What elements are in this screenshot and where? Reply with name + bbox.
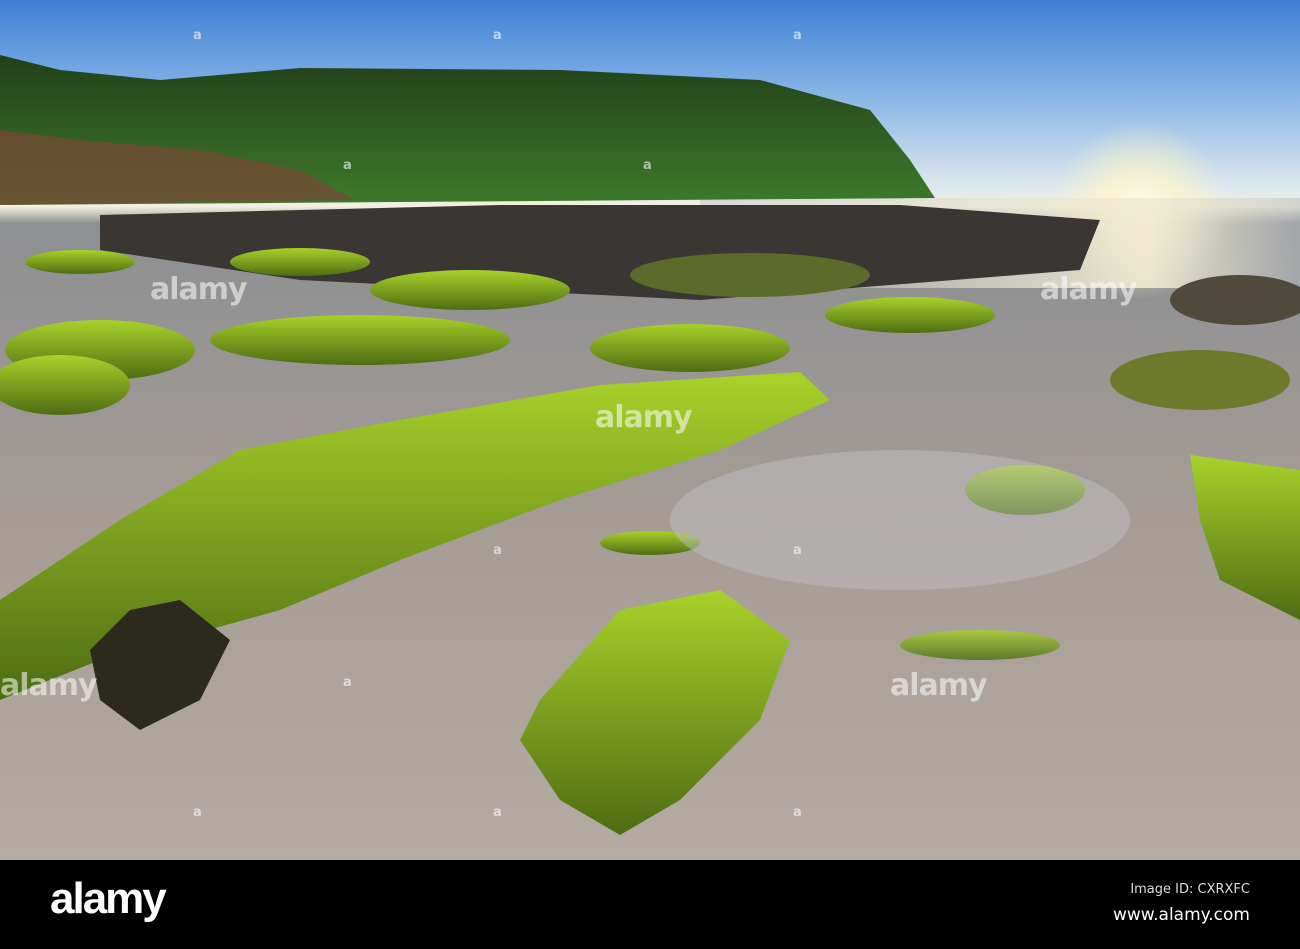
watermark-symbol: a: [793, 543, 802, 558]
moss-patch: [900, 630, 1060, 660]
wet-sand-sheen: [670, 450, 1130, 590]
moss-patch: [520, 590, 790, 835]
moss-patch: [1190, 455, 1300, 620]
moss-rock: [370, 270, 570, 310]
moss-rock: [825, 297, 995, 333]
watermark-symbol: a: [343, 675, 352, 690]
watermark-symbol: a: [643, 158, 652, 173]
watermark-symbol: a: [493, 805, 502, 820]
moss-rock: [210, 315, 510, 365]
watermark-symbol: a: [793, 805, 802, 820]
watermark-symbol: a: [793, 28, 802, 43]
watermark: alamy: [595, 400, 693, 435]
watermark-symbol: a: [493, 28, 502, 43]
alamy-logo: alamy: [50, 874, 167, 923]
stock-photo: alamy alamy alamy alamy alamy a a a a a …: [0, 0, 1300, 949]
moss-rock: [1110, 350, 1290, 410]
site-url: www.alamy.com: [1112, 905, 1250, 925]
watermark: alamy: [150, 272, 248, 307]
moss-rock: [1170, 275, 1300, 325]
beach-photo: alamy alamy alamy alamy alamy a a a a a …: [0, 0, 1300, 860]
image-id: Image ID: CXRXFC: [1130, 882, 1250, 897]
watermark-symbol: a: [493, 543, 502, 558]
watermark-symbol: a: [193, 805, 202, 820]
watermark-symbol: a: [193, 28, 202, 43]
watermark: alamy: [0, 668, 98, 703]
watermark: alamy: [1040, 272, 1138, 307]
watermark-symbol: a: [343, 158, 352, 173]
footer-bar: alamy Image ID: CXRXFC www.alamy.com: [0, 860, 1300, 949]
moss-rock: [630, 253, 870, 297]
moss-rock: [590, 324, 790, 372]
moss-rock: [25, 250, 135, 274]
moss-rock: [230, 248, 370, 276]
watermark: alamy: [890, 668, 988, 703]
